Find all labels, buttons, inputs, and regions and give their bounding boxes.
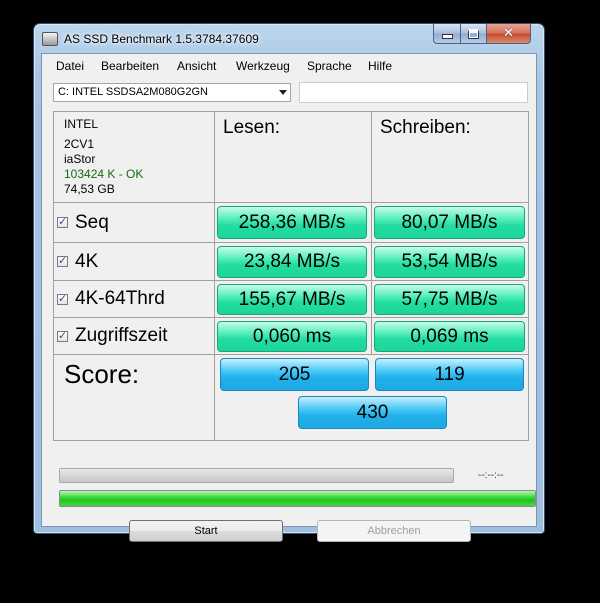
drive-info: INTEL 2CV1 iaStor 103424 K - OK 74,53 GB	[64, 117, 143, 197]
write-header-cell: Schreiben:	[372, 112, 528, 203]
drive-icon	[42, 32, 58, 46]
menu-bearbeiten[interactable]: Bearbeiten	[101, 59, 159, 73]
4k-checkbox[interactable]	[57, 254, 68, 267]
menu-hilfe[interactable]: Hilfe	[368, 59, 392, 73]
close-icon: ✕	[503, 26, 514, 41]
score-read-value: 205	[220, 358, 369, 391]
row-label-4k: 4K	[75, 250, 99, 272]
maximize-button[interactable]	[461, 24, 487, 44]
score-label-cell: Score:	[54, 355, 215, 440]
read-header: Lesen:	[223, 117, 281, 138]
drive-vendor: INTEL	[64, 117, 99, 131]
drive-select-value: C: INTEL SSDSA2M080G2GN	[58, 86, 208, 98]
row-label-seq: Seq	[75, 211, 109, 233]
row-label-cell: Seq	[54, 203, 215, 243]
drive-info-cell: INTEL 2CV1 iaStor 103424 K - OK 74,53 GB	[54, 112, 215, 203]
row-label-cell: 4K-64Thrd	[54, 281, 215, 318]
seq-checkbox[interactable]	[57, 215, 68, 228]
test-progress-bar	[59, 468, 454, 483]
4k-read-value: 23,84 MB/s	[217, 246, 367, 278]
access-read-value: 0,060 ms	[217, 321, 367, 352]
read-header-cell: Lesen:	[215, 112, 372, 203]
access-checkbox[interactable]	[57, 329, 68, 342]
menu-datei[interactable]: Datei	[56, 59, 84, 73]
drive-driver: iaStor	[64, 152, 96, 166]
drive-select[interactable]: C: INTEL SSDSA2M080G2GN	[53, 83, 291, 102]
chevron-down-icon	[279, 90, 287, 95]
elapsed-time: --:--:--	[478, 470, 504, 481]
menu-bar: Datei Bearbeiten Ansicht Werkzeug Sprach…	[42, 54, 536, 76]
window-title: AS SSD Benchmark 1.5.3784.37609	[64, 32, 259, 46]
drive-size: 74,53 GB	[64, 182, 115, 196]
drive-alignment: 103424 K - OK	[64, 167, 144, 181]
minimize-button[interactable]	[433, 24, 461, 44]
drive-firmware: 2CV1	[64, 137, 95, 151]
menu-werkzeug[interactable]: Werkzeug	[236, 59, 290, 73]
row-label-access: Zugriffszeit	[75, 325, 168, 346]
menu-ansicht[interactable]: Ansicht	[177, 59, 216, 73]
minimize-icon	[441, 34, 453, 39]
row-label-cell: Zugriffszeit	[54, 318, 215, 355]
score-write-value: 119	[375, 358, 524, 391]
seq-read-value: 258,36 MB/s	[217, 206, 367, 239]
menu-sprache[interactable]: Sprache	[307, 59, 352, 73]
row-label-cell: 4K	[54, 243, 215, 281]
start-button[interactable]: Start	[129, 520, 283, 542]
score-total-value: 430	[298, 396, 447, 429]
overall-progress-fill	[60, 491, 535, 506]
write-header: Schreiben:	[380, 117, 471, 138]
cancel-button[interactable]: Abbrechen	[317, 520, 471, 542]
4k64-write-value: 57,75 MB/s	[374, 284, 525, 315]
4k64-read-value: 155,67 MB/s	[217, 284, 367, 315]
test-progress-fill	[60, 469, 453, 482]
close-button[interactable]: ✕	[487, 24, 531, 44]
seq-write-value: 80,07 MB/s	[374, 206, 525, 239]
row-label-4k64: 4K-64Thrd	[75, 288, 165, 309]
results-grid: INTEL 2CV1 iaStor 103424 K - OK 74,53 GB…	[53, 111, 529, 441]
status-textbox[interactable]	[299, 82, 528, 103]
client-area: Datei Bearbeiten Ansicht Werkzeug Sprach…	[41, 53, 537, 542]
title-bar[interactable]: AS SSD Benchmark 1.5.3784.37609 ✕	[34, 24, 544, 54]
access-write-value: 0,069 ms	[374, 321, 525, 352]
app-window: AS SSD Benchmark 1.5.3784.37609 ✕ Datei …	[33, 23, 545, 542]
overall-progress-bar	[59, 490, 536, 507]
4k-write-value: 53,54 MB/s	[374, 246, 525, 278]
4k64-checkbox[interactable]	[57, 292, 68, 305]
window-controls: ✕	[433, 24, 531, 44]
maximize-icon	[468, 28, 479, 39]
score-label: Score:	[64, 359, 140, 389]
